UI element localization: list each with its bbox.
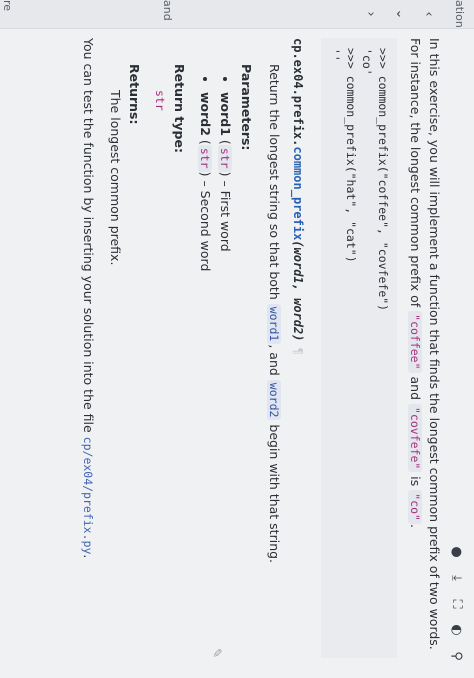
chevron-right-icon[interactable]: › bbox=[363, 0, 378, 28]
function-name: common_prefix bbox=[291, 146, 305, 241]
chevron-down-icon[interactable]: ⌄ bbox=[393, 0, 408, 28]
inline-code: "covfefe" bbox=[408, 403, 422, 473]
inline-code: "co" bbox=[408, 490, 422, 524]
github-icon[interactable]: ● bbox=[449, 544, 465, 560]
returns-heading: Returns: bbox=[127, 64, 142, 125]
inline-code: word1 bbox=[267, 303, 281, 345]
file-link[interactable]: cp/ex04/prefix.py bbox=[81, 437, 95, 555]
edit-icon[interactable]: ✎ bbox=[210, 648, 224, 658]
function-args: (word1, word2) bbox=[291, 240, 305, 342]
intro-text: is bbox=[408, 472, 423, 491]
doc-viewer: ation ‹ ⌄ › and re ● ⤓ ⛶ ◐ ⚲ In this exe… bbox=[0, 0, 474, 678]
param-item: word1 (str) – First word bbox=[215, 92, 235, 658]
intro-text: and bbox=[408, 372, 423, 404]
module-path: cp.ex04.prefix. bbox=[291, 38, 305, 147]
param-item: word2 (str) – Second word bbox=[195, 92, 215, 658]
sidebar-text: re bbox=[1, 0, 14, 12]
inline-code: "coffee" bbox=[408, 311, 422, 373]
function-description: Return the longest string so that both w… bbox=[106, 64, 284, 658]
theme-toggle-icon[interactable]: ◐ bbox=[449, 622, 465, 638]
doctest-block: >>> common_prefix("coffee", "covfefe") '… bbox=[321, 38, 397, 658]
params-heading: Parameters: bbox=[239, 64, 254, 151]
return-type-heading: Return type: bbox=[172, 64, 187, 153]
inline-code: word2 bbox=[267, 379, 281, 421]
download-icon[interactable]: ⤓ bbox=[449, 570, 465, 586]
main-content: In this exercise, you will implement a f… bbox=[70, 38, 444, 658]
chevron-left-icon[interactable]: ‹ bbox=[421, 0, 436, 28]
params-list: word1 (str) – First word word2 (str) – S… bbox=[195, 64, 235, 658]
fullscreen-icon[interactable]: ⛶ bbox=[449, 596, 465, 612]
returns-value: The longest common prefix. bbox=[108, 90, 123, 266]
sidebar: ation ‹ ⌄ › and re bbox=[0, 0, 474, 29]
permalink-icon[interactable]: ¶ bbox=[291, 347, 305, 354]
intro-paragraph: In this exercise, you will implement a f… bbox=[405, 38, 444, 658]
toolbar: ● ⤓ ⛶ ◐ ⚲ bbox=[446, 544, 468, 664]
return-type-value: str bbox=[153, 90, 167, 111]
sidebar-text: and bbox=[161, 0, 174, 21]
intro-text: . bbox=[408, 523, 423, 528]
description-text: Return the longest string so that both w… bbox=[267, 64, 282, 564]
search-icon[interactable]: ⚲ bbox=[449, 648, 465, 664]
sidebar-text: ation bbox=[453, 0, 466, 28]
function-signature: cp.ex04.prefix.common_prefix(word1, word… bbox=[288, 38, 307, 658]
closing-paragraph: You can test the function by inserting y… bbox=[81, 38, 96, 559]
